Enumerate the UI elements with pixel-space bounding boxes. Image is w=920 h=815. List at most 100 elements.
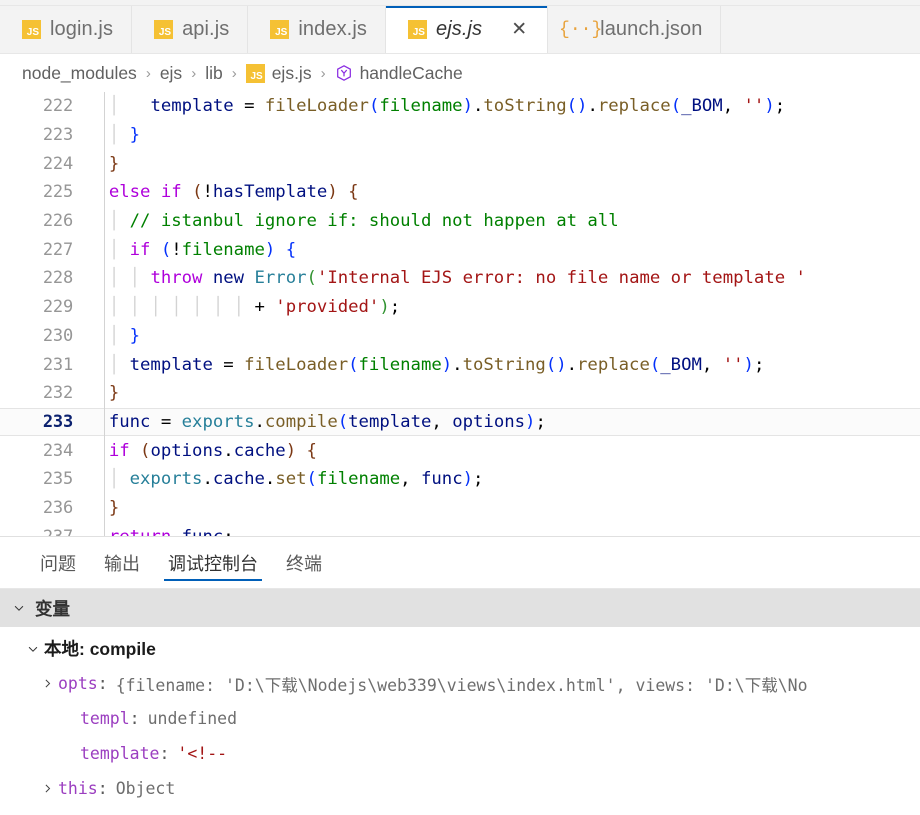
code-line[interactable]: 223 │ } <box>0 121 920 150</box>
code-line[interactable]: 235 │ exports.cache.set(filename, func); <box>0 465 920 494</box>
code-line[interactable]: 237 return func; <box>0 522 920 537</box>
variable-name: template <box>80 744 160 763</box>
variable-scope-label: 本地: compile <box>44 639 156 659</box>
panel-tab-output[interactable]: 输出 <box>90 537 154 588</box>
line-number: 223 <box>42 125 73 146</box>
tab-label: login.js <box>50 18 114 40</box>
variable-row-templ[interactable]: templ: undefined <box>0 701 920 736</box>
chevron-right-icon <box>36 677 58 690</box>
code-line[interactable]: 234 if (options.cache) { <box>0 436 920 465</box>
breadcrumb-label: ejs <box>159 62 183 83</box>
chevron-right-icon: › <box>231 64 237 82</box>
variable-value: undefined <box>147 709 238 728</box>
variable-row-opts[interactable]: opts: {filename: 'D:\下载\Nodejs\web339\vi… <box>0 666 920 701</box>
line-number: 233 <box>42 411 73 432</box>
variable-value: '<!-- <box>177 744 228 763</box>
line-content: │ } <box>108 325 141 346</box>
line-content: │ template = fileLoader(filename).toStri… <box>108 96 786 117</box>
code-line[interactable]: 230 │ } <box>0 322 920 351</box>
code-line[interactable]: 224 } <box>0 149 920 178</box>
code-editor[interactable]: 222 │ template = fileLoader(filename).to… <box>0 92 920 537</box>
breadcrumb-item-ejs[interactable]: ejs <box>160 63 182 84</box>
panel-tab-bar: 问题 输出 调试控制台 终端 <box>0 537 920 589</box>
line-content: │ } <box>108 125 141 146</box>
line-content: return func; <box>108 526 234 537</box>
method-symbol-icon <box>335 64 353 82</box>
chevron-right-icon: › <box>145 64 151 82</box>
line-number: 230 <box>42 325 73 346</box>
close-icon[interactable]: ✕ <box>509 20 529 40</box>
variable-name: this <box>58 779 98 798</box>
variable-name: opts <box>58 674 98 693</box>
tab-api-js[interactable]: JS api.js <box>132 6 249 53</box>
chevron-right-icon: › <box>191 64 197 82</box>
line-number: 231 <box>42 354 73 375</box>
panel-tab-terminal[interactable]: 终端 <box>272 537 336 588</box>
line-number: 229 <box>42 297 73 318</box>
code-line[interactable]: 225 else if (!hasTemplate) { <box>0 178 920 207</box>
line-number: 222 <box>42 96 73 117</box>
line-number: 227 <box>42 239 73 260</box>
tab-login-js[interactable]: JS login.js <box>0 6 133 53</box>
line-content: │ exports.cache.set(filename, func); <box>108 469 484 490</box>
line-content: │ │ │ │ │ │ │ + 'provided'); <box>108 297 401 318</box>
line-content: │ │ throw new Error('Internal EJS error:… <box>108 268 806 289</box>
code-line[interactable]: 227 │ if (!filename) { <box>0 235 920 264</box>
panel-tab-problems[interactable]: 问题 <box>26 537 90 588</box>
line-content: } <box>108 153 120 174</box>
js-file-icon: JS <box>22 20 41 39</box>
panel-tab-debug-console[interactable]: 调试控制台 <box>154 537 272 588</box>
code-line[interactable]: 226 │ // istanbul ignore if: should not … <box>0 207 920 236</box>
tab-ejs-js[interactable]: JS ejs.js ✕ <box>385 6 549 53</box>
variable-value: Object <box>115 779 176 798</box>
tab-label: index.js <box>298 18 367 40</box>
chevron-down-icon <box>10 601 28 615</box>
breadcrumb-item-ejs-js[interactable]: JS ejs.js <box>245 63 312 84</box>
line-number: 234 <box>42 440 73 461</box>
variable-colon: : <box>159 744 170 763</box>
variable-colon: : <box>97 674 108 693</box>
line-number: 228 <box>42 268 73 289</box>
variable-value: {filename: 'D:\下载\Nodejs\web339\views\in… <box>115 675 808 695</box>
js-file-icon: JS <box>270 20 290 39</box>
variable-scope-local[interactable]: 本地: compile <box>0 631 920 666</box>
tab-launch-json[interactable]: {··} launch.json <box>548 6 722 53</box>
code-line[interactable]: 236 } <box>0 494 920 523</box>
line-number: 235 <box>42 469 73 490</box>
code-line[interactable]: 228 │ │ throw new Error('Internal EJS er… <box>0 264 920 293</box>
code-line[interactable]: 222 │ template = fileLoader(filename).to… <box>0 92 920 121</box>
line-number: 224 <box>42 153 73 174</box>
line-number: 237 <box>42 526 73 537</box>
line-content: } <box>108 383 120 404</box>
breadcrumb: node_modules › ejs › lib › JS ejs.js › h… <box>0 54 920 92</box>
chevron-right-icon <box>36 782 58 795</box>
vscode-window: JS login.js JS api.js JS index.js JS ejs… <box>0 0 920 815</box>
variables-section-title: 变量 <box>35 598 70 619</box>
js-file-icon: JS <box>245 63 265 83</box>
breadcrumb-label: node_modules <box>22 62 137 83</box>
line-content: │ if (!filename) { <box>108 239 297 260</box>
breadcrumb-item-lib[interactable]: lib <box>205 63 223 84</box>
line-content: } <box>108 497 120 518</box>
breadcrumb-label: lib <box>205 62 223 83</box>
folding-gutter-divider <box>104 92 105 536</box>
code-line[interactable]: 229 │ │ │ │ │ │ │ + 'provided'); <box>0 293 920 322</box>
variables-tree[interactable]: 本地: compile opts: {filename: 'D:\下载\Node… <box>0 627 920 815</box>
variables-section-header[interactable]: 变量 <box>0 589 920 627</box>
tab-label: api.js <box>182 18 230 40</box>
breadcrumb-item-node-modules[interactable]: node_modules <box>22 63 137 84</box>
code-lines: 222 │ template = fileLoader(filename).to… <box>0 92 920 537</box>
bottom-panel: 问题 输出 调试控制台 终端 变量 本地: compile opts: {fi… <box>0 537 920 815</box>
code-line[interactable]: 231 │ template = fileLoader(filename).to… <box>0 350 920 379</box>
editor-tab-bar: JS login.js JS api.js JS index.js JS ejs… <box>0 6 920 54</box>
variable-row-template[interactable]: template: '<!-- <box>0 736 920 771</box>
tab-label: launch.json <box>600 18 703 40</box>
line-number: 232 <box>42 383 73 404</box>
code-line[interactable]: 232 } <box>0 379 920 408</box>
line-number: 225 <box>42 182 73 203</box>
code-line-current[interactable]: 233 func = exports.compile(template, opt… <box>0 407 920 437</box>
variable-row-this[interactable]: this: Object <box>0 771 920 806</box>
breadcrumb-item-handle-cache[interactable]: handleCache <box>335 63 463 84</box>
tab-index-js[interactable]: JS index.js <box>248 6 386 53</box>
line-content: func = exports.compile(template, options… <box>108 411 546 432</box>
